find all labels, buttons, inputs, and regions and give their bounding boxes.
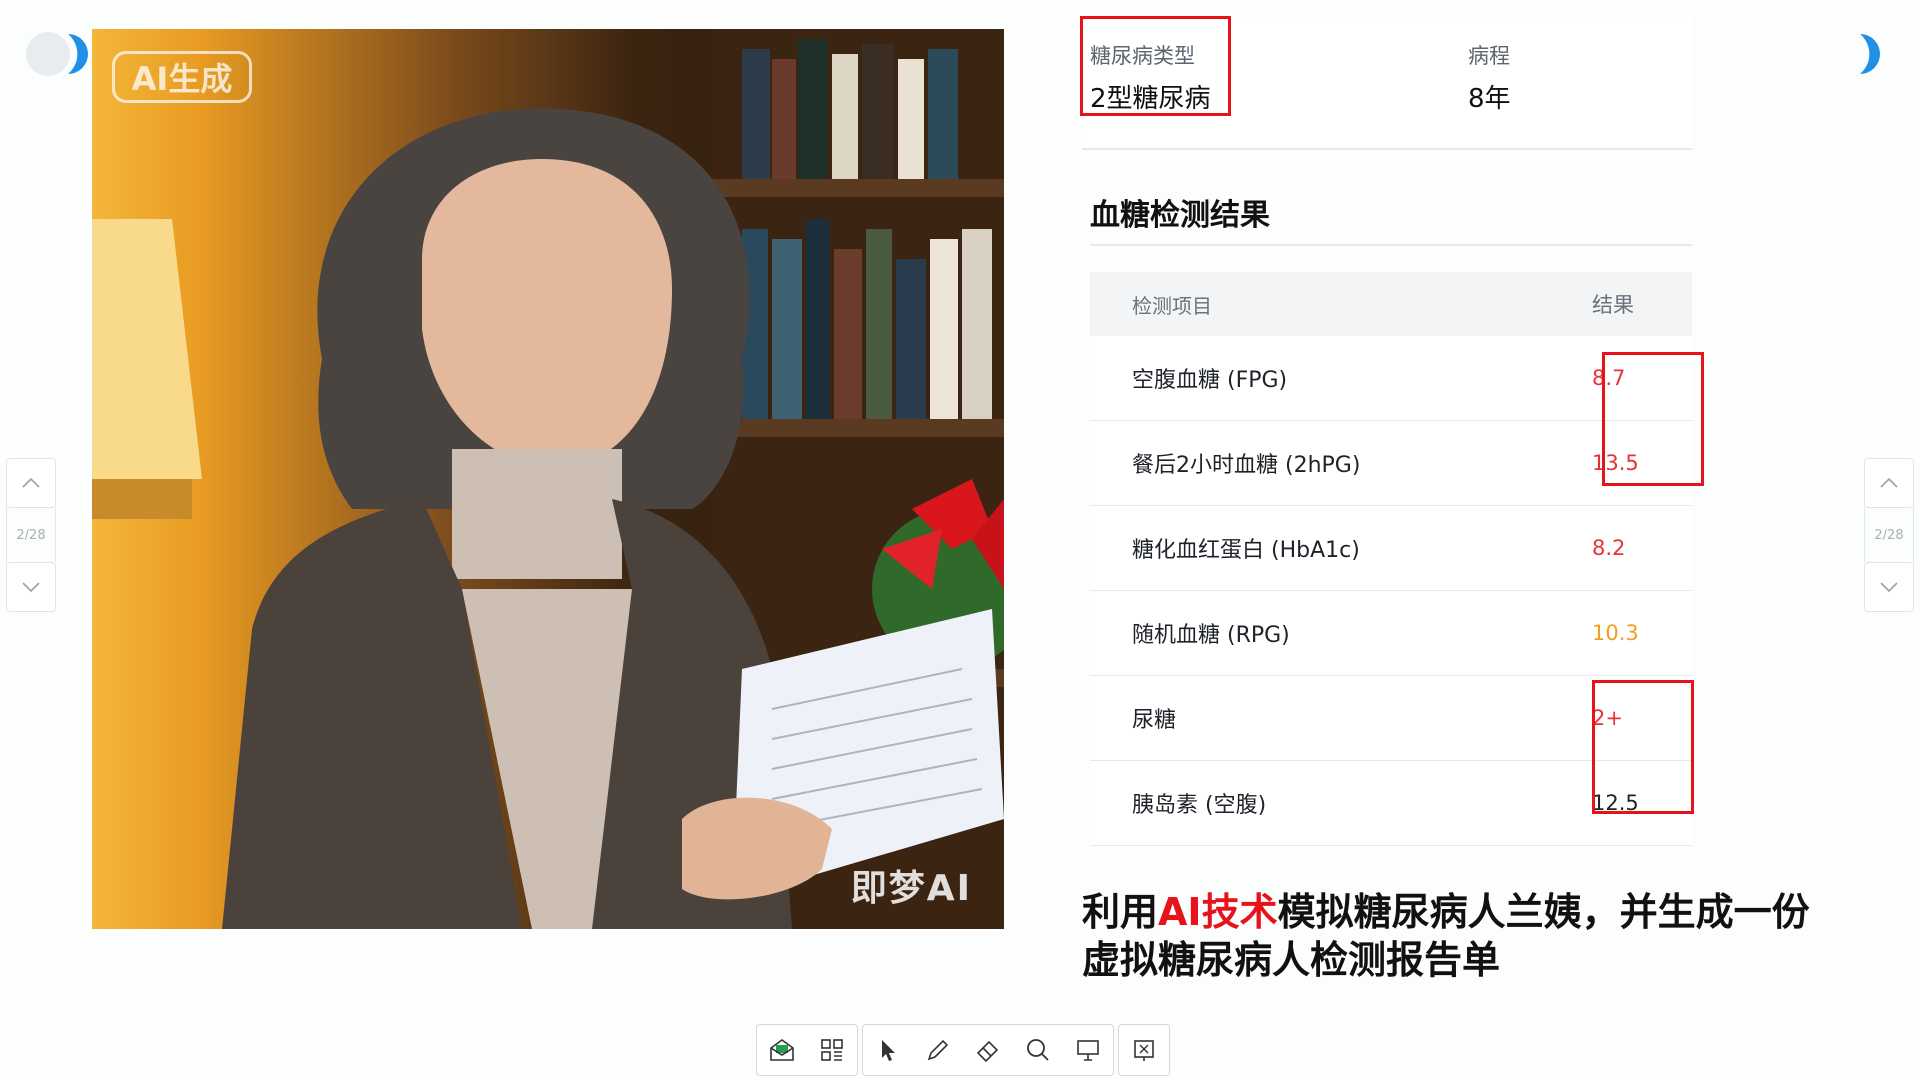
- screen-icon: [1134, 1040, 1154, 1061]
- table-header: 检测项目 结果: [1090, 272, 1692, 336]
- chevron-up-icon: [22, 477, 40, 488]
- presentation-button[interactable]: [1063, 1025, 1113, 1075]
- search-button[interactable]: [1013, 1025, 1063, 1075]
- side-nav-right: 2/28: [1864, 458, 1914, 612]
- caption-highlight: AI技术: [1158, 890, 1278, 934]
- eraser-icon: [976, 1040, 999, 1063]
- row-value: 8.2: [1592, 536, 1626, 560]
- row-name: 尿糖: [1132, 708, 1177, 733]
- header-item: 检测项目: [1132, 293, 1212, 318]
- patient-photo: AI生成 即梦AI: [92, 29, 1004, 929]
- slide-caption: 利用AI技术模拟糖尿病人兰姨，并生成一份虚拟糖尿病人检测报告单: [1082, 888, 1842, 984]
- highlight-box-diabetes-type: [1080, 16, 1231, 116]
- search-icon: [1027, 1039, 1049, 1061]
- photo-watermark: 即梦AI: [850, 868, 972, 909]
- chevron-down-icon: [22, 582, 40, 593]
- page-up-button[interactable]: [1864, 458, 1914, 508]
- pen-icon: [927, 1039, 949, 1061]
- disease-course-field: 病程 8年: [1468, 40, 1511, 115]
- row-name: 糖化血红蛋白 (HbA1c): [1132, 538, 1360, 563]
- row-name: 随机血糖 (RPG): [1132, 623, 1290, 648]
- presentation-icon: [1077, 1040, 1099, 1061]
- pointer-icon: [882, 1040, 895, 1061]
- header-result: 结果: [1592, 293, 1634, 317]
- chevron-down-icon: [1880, 582, 1898, 593]
- row-name: 餐后2小时血糖 (2hPG): [1132, 453, 1361, 478]
- disease-course-value: 8年: [1468, 84, 1511, 114]
- toolbar-group-share: [756, 1024, 858, 1076]
- page-indicator: 2/28: [1864, 508, 1914, 562]
- side-nav-left: 2/28: [6, 458, 56, 612]
- envelope-icon: [770, 1039, 794, 1061]
- screen-button[interactable]: [1119, 1025, 1169, 1075]
- row-name: 胰岛素 (空腹): [1132, 793, 1267, 818]
- page-down-button[interactable]: [6, 562, 56, 612]
- highlight-box-glucose: [1602, 352, 1704, 486]
- moon-toggle-icon: [26, 32, 88, 76]
- moon-toggle-icon: [1860, 34, 1880, 74]
- caption-part1: 利用: [1082, 890, 1159, 934]
- table-row: 随机血糖 (RPG) 10.3: [1090, 591, 1692, 676]
- envelope-button[interactable]: [757, 1025, 807, 1075]
- row-value: 10.3: [1592, 621, 1639, 645]
- chevron-up-icon: [1880, 477, 1898, 488]
- section-divider: [1090, 244, 1692, 246]
- theme-toggle-left[interactable]: [24, 26, 88, 82]
- disease-course-label: 病程: [1468, 44, 1510, 68]
- ai-generated-badge: AI生成: [112, 51, 252, 103]
- page-up-button[interactable]: [6, 458, 56, 508]
- lab-section-title: 血糖检测结果: [1090, 198, 1270, 233]
- pen-button[interactable]: [913, 1025, 963, 1075]
- qr-button[interactable]: [807, 1025, 857, 1075]
- theme-toggle-right[interactable]: [1846, 26, 1886, 82]
- highlight-box-urine-insulin: [1592, 680, 1694, 814]
- page-down-button[interactable]: [1864, 562, 1914, 612]
- qr-grid-icon: [821, 1039, 843, 1061]
- pointer-button[interactable]: [863, 1025, 913, 1075]
- toolbar-group-tools: [862, 1024, 1114, 1076]
- bottom-toolbar: [756, 1024, 1170, 1076]
- page-indicator: 2/28: [6, 508, 56, 562]
- table-row: 糖化血红蛋白 (HbA1c) 8.2: [1090, 506, 1692, 591]
- eraser-button[interactable]: [963, 1025, 1013, 1075]
- photo-illustration: [92, 29, 1004, 929]
- row-name: 空腹血糖 (FPG): [1132, 368, 1288, 393]
- toolbar-group-screen: [1118, 1024, 1170, 1076]
